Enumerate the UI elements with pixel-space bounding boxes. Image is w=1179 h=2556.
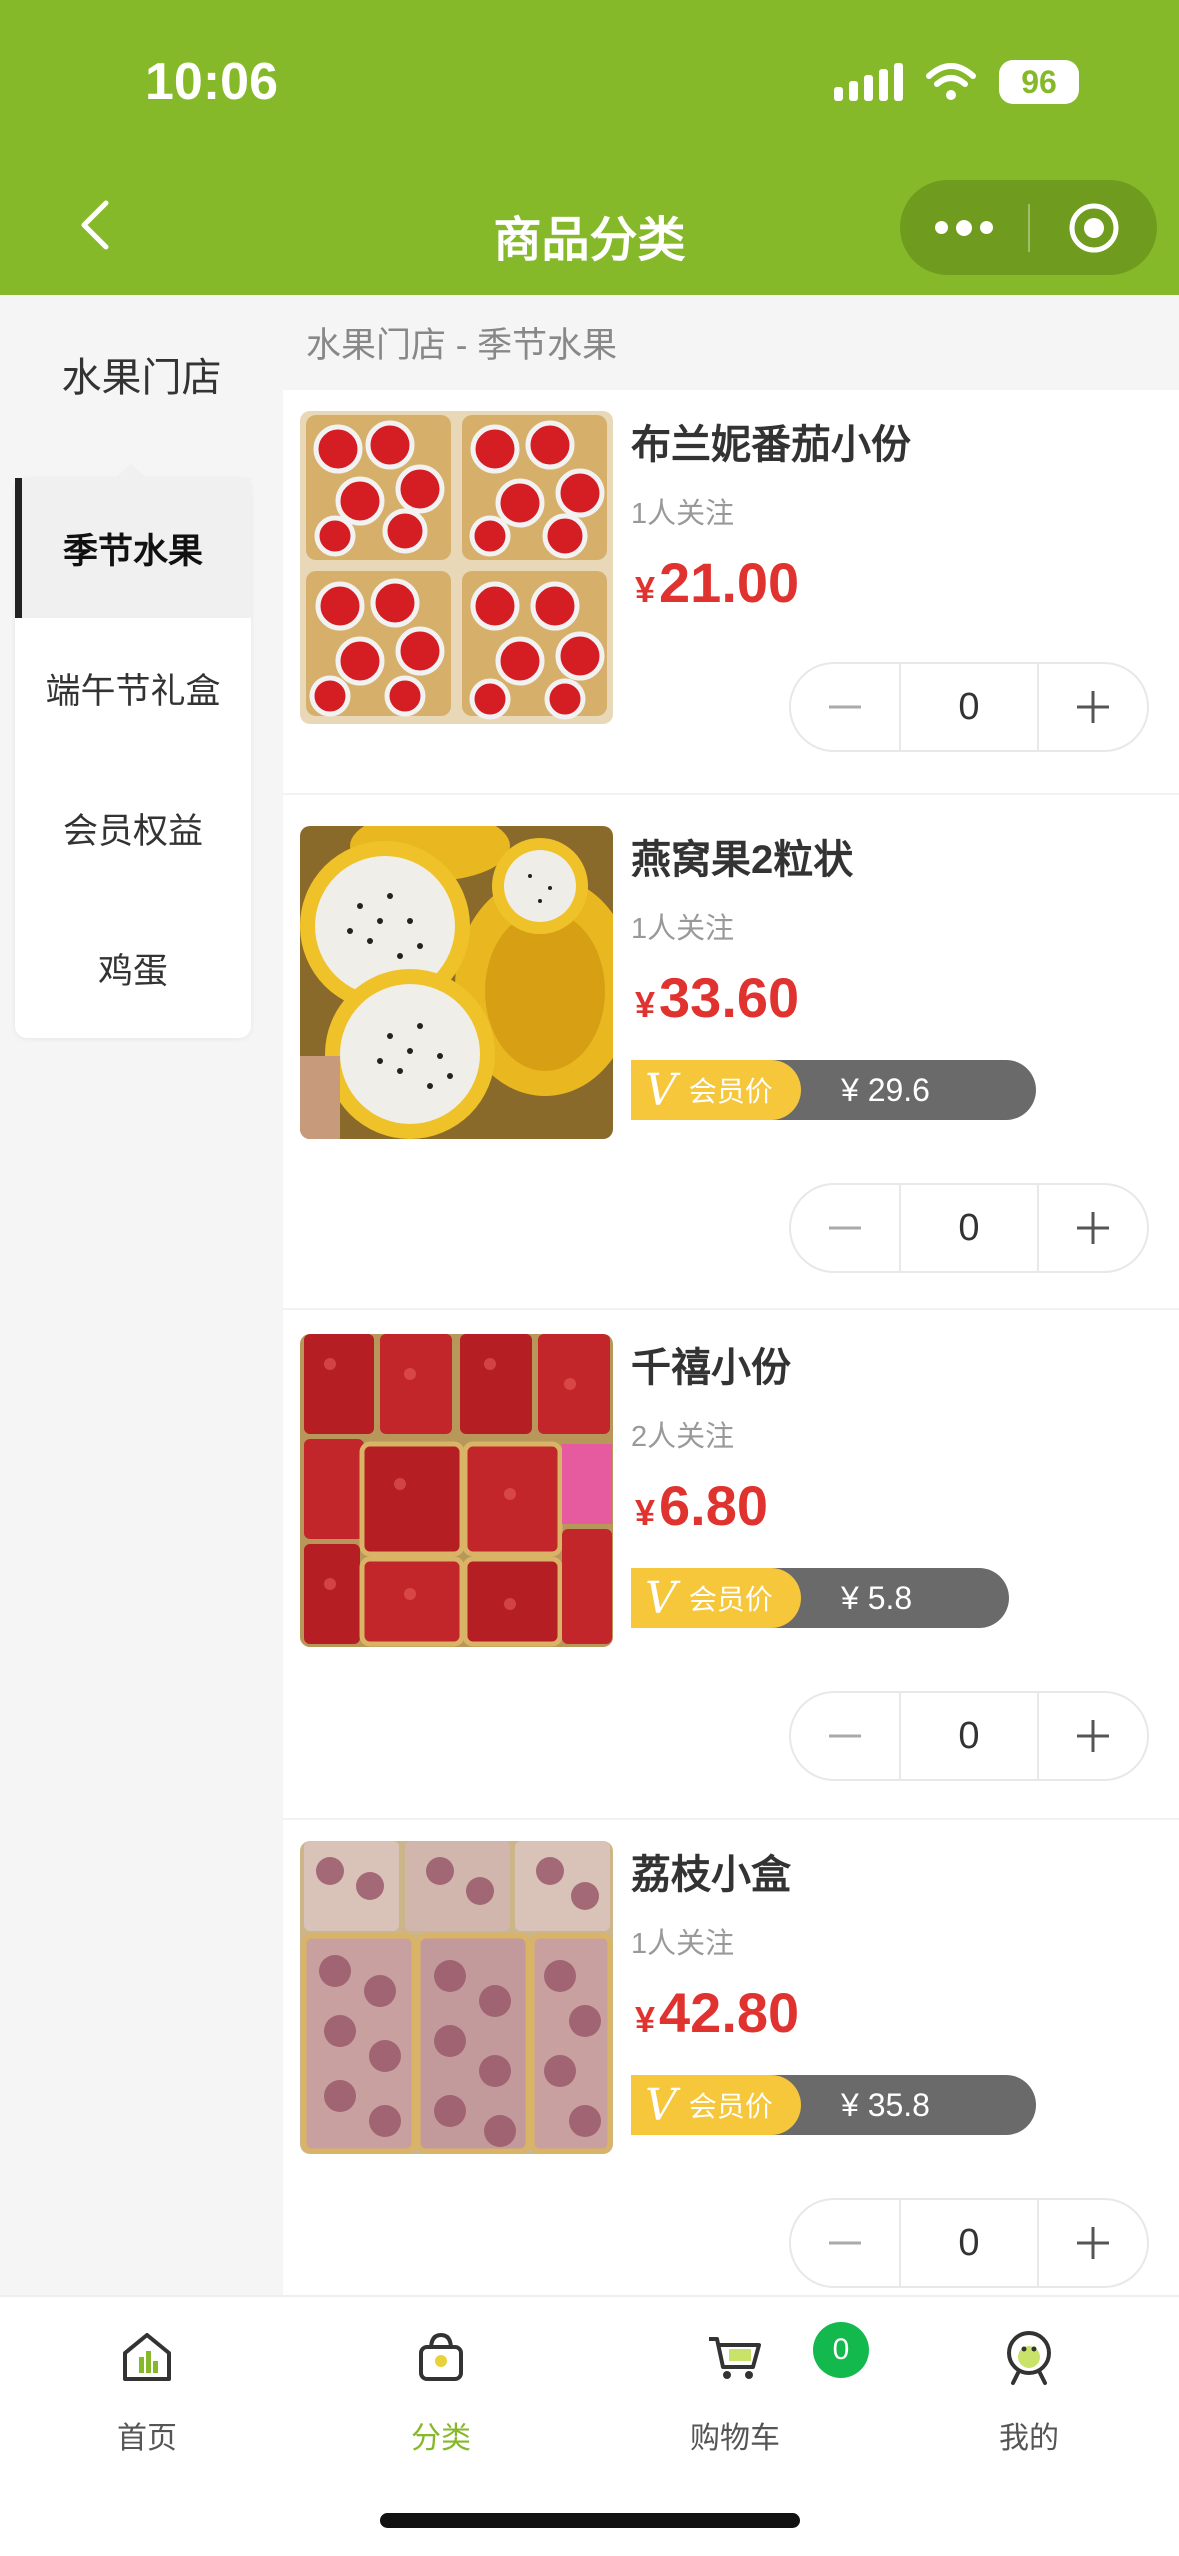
close-miniapp-button[interactable] [1030,200,1157,256]
quantity-value[interactable]: 0 [899,1185,1039,1271]
product-name[interactable]: 燕窝果2粒状 [631,827,853,885]
quantity-value[interactable]: 0 [899,1693,1039,1779]
price-value: 6.80 [659,1474,769,1537]
user-icon [1007,2331,1051,2385]
category-list: 季节水果 端午节礼盒 会员权益 鸡蛋 [15,464,251,1038]
wifi-icon [926,63,976,100]
tab-label: 购物车 [690,2422,780,2455]
category-sidebar: 水果门店 季节水果 端午节礼盒 会员权益 鸡蛋 [0,295,283,2295]
status-icons: 96 [834,60,1079,104]
plus-icon [1077,691,1109,723]
member-price-badge: V 会员价 ¥ 35.8 [631,2075,1036,2135]
increase-button[interactable] [1039,664,1147,750]
quantity-stepper: 0 [789,1691,1149,1781]
tab-label: 我的 [999,2422,1059,2455]
category-item-seasonal-fruit[interactable]: 季节水果 [15,478,251,618]
currency-symbol: ¥ [635,569,656,610]
miniapp-capsule [900,180,1157,275]
product-image[interactable] [300,826,613,1139]
member-label: 会员价 [688,1584,773,1615]
product-image[interactable] [300,411,613,724]
category-item-dragon-boat-gift-box[interactable]: 端午节礼盒 [15,618,251,758]
member-tag: V 会员价 [631,1060,801,1120]
member-price: ¥ 35.8 [771,2075,1036,2135]
member-price: ¥ 29.6 [771,1060,1036,1120]
price-value: 42.80 [659,1981,800,2044]
product-image[interactable] [300,1334,613,1647]
product-followers: 1人关注 [631,1928,735,1960]
more-icon[interactable] [900,180,1028,275]
product-name[interactable]: 布兰妮番茄小份 [631,412,911,470]
minus-icon [829,1734,861,1738]
product-followers: 1人关注 [631,498,735,530]
price-value: 21.00 [659,551,800,614]
tab-label: 首页 [117,2422,177,2455]
decrease-button[interactable] [791,1693,899,1779]
decrease-button[interactable] [791,1185,899,1271]
currency-symbol: ¥ [635,1999,656,2040]
member-label: 会员价 [688,1076,773,1107]
minus-icon [829,2241,861,2245]
decrease-button[interactable] [791,2200,899,2286]
member-tag: V 会员价 [631,1568,801,1628]
minus-icon [829,705,861,709]
product-item[interactable]: 燕窝果2粒状 1人关注 ¥33.60 V 会员价 ¥ 29.6 0 [283,805,1179,1310]
product-followers: 2人关注 [631,1421,735,1453]
product-item[interactable]: 千禧小份 2人关注 ¥6.80 V 会员价 ¥ 5.8 0 [283,1313,1179,1820]
quantity-stepper: 0 [789,662,1149,752]
increase-button[interactable] [1039,1693,1147,1779]
store-name: 水果门店 [61,356,222,400]
price-value: 33.60 [659,966,800,1029]
plus-icon [1077,2227,1109,2259]
member-price-badge: V 会员价 ¥ 5.8 [631,1568,1009,1628]
cart-icon [709,2337,761,2379]
home-indicator[interactable] [380,2513,800,2528]
target-icon [1069,203,1118,252]
member-label: 会员价 [688,2091,773,2122]
cart-count-badge: 0 [813,2322,869,2378]
category-item-member-benefits[interactable]: 会员权益 [15,758,251,898]
product-price: ¥33.60 [635,965,799,1030]
plus-icon [1077,1212,1109,1244]
bag-icon [419,2332,463,2381]
member-price: ¥ 5.8 [771,1568,1009,1628]
tab-home[interactable]: 首页 [0,2297,294,2497]
product-price: ¥42.80 [635,1980,799,2045]
increase-button[interactable] [1039,1185,1147,1271]
category-item-eggs[interactable]: 鸡蛋 [15,898,251,1038]
currency-symbol: ¥ [635,1492,656,1533]
status-time: 10:06 [145,53,278,111]
cellular-signal-icon [834,63,903,101]
minus-icon [829,1226,861,1230]
tab-label: 分类 [411,2422,471,2455]
member-tag: V 会员价 [631,2075,801,2135]
product-item[interactable]: 荔枝小盒 1人关注 ¥42.80 V 会员价 ¥ 35.8 0 [283,1820,1179,2295]
breadcrumb: 水果门店 - 季节水果 [283,295,1179,390]
battery-icon: 96 [999,60,1079,104]
currency-symbol: ¥ [635,984,656,1025]
quantity-stepper: 0 [789,2198,1149,2288]
product-name[interactable]: 千禧小份 [631,1335,791,1393]
product-image[interactable] [300,1841,613,2154]
quantity-stepper: 0 [789,1183,1149,1273]
quantity-value[interactable]: 0 [899,2200,1039,2286]
quantity-value[interactable]: 0 [899,664,1039,750]
product-item[interactable]: 布兰妮番茄小份 1人关注 ¥21.00 0 [283,390,1179,795]
plus-icon [1077,1720,1109,1752]
member-price-badge: V 会员价 ¥ 29.6 [631,1060,1036,1120]
home-icon [123,2333,171,2381]
vip-icon: V [645,1064,677,1116]
increase-button[interactable] [1039,2200,1147,2286]
vip-icon: V [645,1572,677,1624]
vip-icon: V [645,2079,677,2131]
product-price: ¥21.00 [635,550,799,615]
app-header: 10:06 96 商品分类 [0,0,1179,295]
product-name[interactable]: 荔枝小盒 [631,1842,791,1900]
decrease-button[interactable] [791,664,899,750]
product-followers: 1人关注 [631,913,735,945]
tab-category[interactable]: 分类 [294,2297,588,2497]
product-price: ¥6.80 [635,1473,768,1538]
tab-profile[interactable]: 我的 [882,2297,1176,2497]
